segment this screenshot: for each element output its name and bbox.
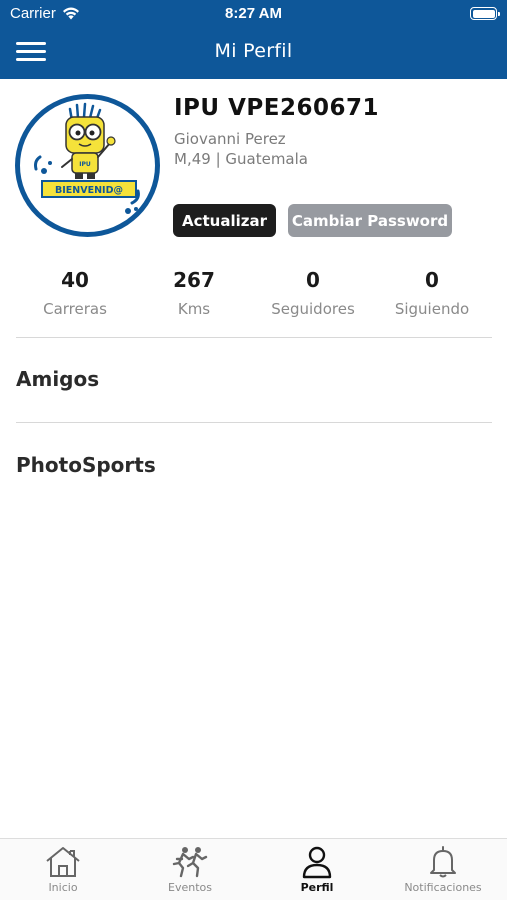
svg-text:IPU: IPU: [79, 161, 91, 168]
profile-details: M,49 | Guatemala: [174, 150, 308, 168]
stat-races[interactable]: 40 Carreras: [15, 266, 135, 318]
stat-label: Carreras: [43, 300, 107, 318]
home-icon: [46, 847, 80, 877]
tab-label: Inicio: [48, 881, 78, 894]
change-password-button[interactable]: Cambiar Password: [288, 204, 452, 237]
header: Carrier 8:27 AM Mi Perfil: [0, 0, 507, 79]
battery-icon: [470, 7, 500, 20]
stats-row: 40 Carreras 267 Kms 0 Seguidores 0 Sigui…: [0, 266, 507, 326]
tab-perfil[interactable]: Perfil: [254, 845, 380, 894]
tab-notificaciones[interactable]: Notificaciones: [380, 845, 506, 894]
tab-label: Notificaciones: [404, 881, 482, 894]
tab-eventos[interactable]: Eventos: [127, 845, 253, 894]
page-title: Mi Perfil: [214, 40, 293, 62]
stat-value: 0: [425, 268, 439, 292]
person-icon: [302, 846, 332, 879]
stat-label: Kms: [177, 300, 211, 318]
stat-value: 40: [61, 268, 89, 292]
stat-label: Siguiendo: [394, 300, 470, 318]
section-friends[interactable]: Amigos: [16, 367, 99, 391]
divider: [16, 422, 492, 423]
avatar[interactable]: IPU BIENVENID@: [15, 94, 160, 237]
stat-value: 0: [306, 268, 320, 292]
stat-followers[interactable]: 0 Seguidores: [253, 266, 373, 318]
nav-bar: Mi Perfil: [0, 30, 507, 79]
status-bar: Carrier 8:27 AM: [0, 0, 507, 28]
divider: [16, 337, 492, 338]
profile-username: IPU VPE260671: [174, 95, 379, 121]
svg-text:BIENVENID@: BIENVENID@: [55, 185, 123, 196]
tab-label: Perfil: [300, 881, 334, 894]
update-button[interactable]: Actualizar: [173, 204, 276, 237]
tab-bar: Inicio Eventos Perfil Notificaciones: [0, 838, 507, 900]
stat-following[interactable]: 0 Siguiendo: [372, 266, 492, 318]
tab-label: Eventos: [168, 881, 212, 894]
section-photosports[interactable]: PhotoSports: [16, 453, 156, 477]
bell-icon: [430, 846, 456, 878]
stat-label: Seguidores: [271, 300, 355, 318]
profile-full-name: Giovanni Perez: [174, 130, 286, 148]
stat-kms[interactable]: 267 Kms: [134, 266, 254, 318]
tab-inicio[interactable]: Inicio: [0, 845, 126, 894]
runners-icon: [172, 847, 208, 878]
clock: 8:27 AM: [225, 5, 282, 22]
stat-value: 267: [173, 268, 215, 292]
